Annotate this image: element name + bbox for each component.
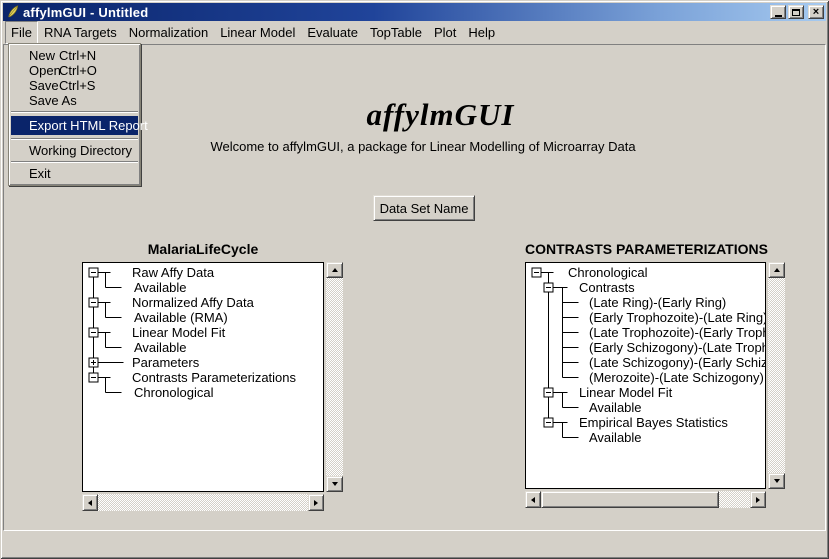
menu-item-exit[interactable]: Exit xyxy=(10,166,139,181)
menu-separator xyxy=(11,138,138,140)
app-title: affylmGUI xyxy=(55,97,826,133)
tree-node-label[interactable]: Empirical Bayes Statistics xyxy=(579,415,728,430)
menu-item-working-directory[interactable]: Working Directory xyxy=(10,143,139,158)
scroll-left-icon[interactable] xyxy=(525,491,541,508)
tree-node-label[interactable]: Linear Model Fit xyxy=(579,385,673,400)
menu-item-export-html-report[interactable]: Export HTML Report xyxy=(11,116,138,135)
tree-node-label[interactable]: Available xyxy=(589,430,642,445)
left-horizontal-scrollbar[interactable] xyxy=(82,494,324,511)
minimize-button-icon[interactable] xyxy=(770,5,786,19)
contrasts-tree: ChronologicalContrasts(Late Ring)-(Early… xyxy=(526,263,765,488)
menu-linear-model[interactable]: Linear Model xyxy=(214,21,301,44)
menu-item-label: Exit xyxy=(29,166,51,181)
tree-node-label[interactable]: (Late Trophozoite)-(Early Trophozoite) xyxy=(589,325,765,340)
left-vertical-scrollbar[interactable] xyxy=(326,262,343,492)
menu-rna-targets[interactable]: RNA Targets xyxy=(38,21,123,44)
menu-item-label: Open xyxy=(29,63,61,78)
close-button-icon[interactable]: × xyxy=(808,5,824,19)
scroll-down-icon[interactable] xyxy=(768,473,785,489)
menu-normalization[interactable]: Normalization xyxy=(123,21,214,44)
menu-item-open[interactable]: Open Ctrl+O xyxy=(10,63,139,78)
tree-node-label[interactable]: Available xyxy=(589,400,642,415)
tree-node-label[interactable]: Available xyxy=(134,340,187,355)
app-window: affylmGUI - Untitled × File RNA Targets … xyxy=(0,0,829,559)
right-vertical-scrollbar[interactable] xyxy=(768,262,785,489)
tree-node-label[interactable]: Contrasts Parameterizations xyxy=(132,370,297,385)
right-tree-heading: CONTRASTS PARAMETERIZATIONS xyxy=(525,241,766,257)
scroll-left-icon[interactable] xyxy=(82,494,98,511)
menu-evaluate[interactable]: Evaluate xyxy=(301,21,364,44)
menu-item-label: Save xyxy=(29,78,59,93)
tree-node-label[interactable]: Linear Model Fit xyxy=(132,325,226,340)
contrasts-tree-canvas[interactable]: ChronologicalContrasts(Late Ring)-(Early… xyxy=(525,262,766,489)
status-tree: Raw Affy DataAvailableNormalized Affy Da… xyxy=(83,263,323,491)
tree-node-label[interactable]: Chronological xyxy=(568,265,648,280)
scroll-up-icon[interactable] xyxy=(326,262,343,278)
menu-item-save-as[interactable]: Save As xyxy=(10,93,139,108)
tree-node-label[interactable]: Chronological xyxy=(134,385,214,400)
scroll-down-icon[interactable] xyxy=(326,476,343,492)
tree-node-label[interactable]: (Early Trophozoite)-(Late Ring) xyxy=(589,310,765,325)
left-tree-heading: MalariaLifeCycle xyxy=(82,241,324,257)
window-controls: × xyxy=(768,5,824,19)
scrollbar-track[interactable] xyxy=(768,278,785,473)
window-title: affylmGUI - Untitled xyxy=(23,5,148,20)
tree-node-label[interactable]: Available (RMA) xyxy=(134,310,228,325)
scroll-right-icon[interactable] xyxy=(750,491,766,508)
data-set-name-button[interactable]: Data Set Name xyxy=(373,195,475,221)
menu-help[interactable]: Help xyxy=(462,21,501,44)
titlebar[interactable]: affylmGUI - Untitled × xyxy=(3,3,826,21)
tree-node-label[interactable]: Normalized Affy Data xyxy=(132,295,255,310)
menu-item-new[interactable]: New Ctrl+N xyxy=(10,48,139,63)
status-tree-canvas[interactable]: Raw Affy DataAvailableNormalized Affy Da… xyxy=(82,262,324,492)
scrollbar-track[interactable] xyxy=(326,278,343,476)
menu-separator xyxy=(11,111,138,113)
menu-item-save[interactable]: Save Ctrl+S xyxy=(10,78,139,93)
menu-file[interactable]: File xyxy=(5,21,38,44)
menu-item-label: Export HTML Report xyxy=(29,118,148,133)
menu-item-accelerator: Ctrl+S xyxy=(59,78,95,93)
menubar: File RNA Targets Normalization Linear Mo… xyxy=(3,21,826,44)
tree-node-label[interactable]: (Late Ring)-(Early Ring) xyxy=(589,295,726,310)
menu-plot[interactable]: Plot xyxy=(428,21,462,44)
menu-item-accelerator: Ctrl+O xyxy=(59,63,97,78)
tree-node-label[interactable]: Available xyxy=(134,280,187,295)
menu-toptable[interactable]: TopTable xyxy=(364,21,428,44)
tk-feather-icon xyxy=(6,5,20,19)
tree-node-label[interactable]: (Merozoite)-(Late Schizogony) xyxy=(589,370,764,385)
menu-separator xyxy=(11,161,138,163)
scrollbar-thumb[interactable] xyxy=(541,491,719,508)
right-horizontal-scrollbar[interactable] xyxy=(525,491,766,508)
tree-node-label[interactable]: (Early Schizogony)-(Late Trophozoite) xyxy=(589,340,765,355)
menu-item-label: Working Directory xyxy=(29,143,132,158)
menu-item-accelerator: Ctrl+N xyxy=(59,48,96,63)
scrollbar-track[interactable] xyxy=(541,491,750,508)
scroll-right-icon[interactable] xyxy=(308,494,324,511)
scrollbar-track[interactable] xyxy=(98,494,308,511)
file-menu: New Ctrl+N Open Ctrl+O Save Ctrl+S Save … xyxy=(8,43,141,186)
scroll-up-icon[interactable] xyxy=(768,262,785,278)
maximize-button-icon[interactable] xyxy=(788,5,804,19)
tree-node-label[interactable]: Raw Affy Data xyxy=(132,265,215,280)
menu-item-label: New xyxy=(29,48,55,63)
tree-node-label[interactable]: Contrasts xyxy=(579,280,635,295)
tree-node-label[interactable]: Parameters xyxy=(132,355,200,370)
tree-node-label[interactable]: (Late Schizogony)-(Early Schizogony) xyxy=(589,355,765,370)
menu-item-label: Save As xyxy=(29,93,77,108)
